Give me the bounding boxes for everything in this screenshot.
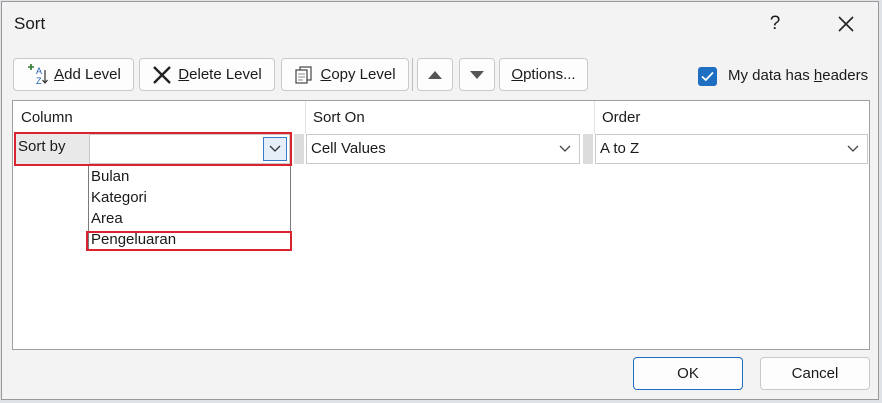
sort-on-header: Sort On [313,109,365,126]
headers-checkbox[interactable] [698,67,717,86]
svg-text:Z: Z [36,76,42,86]
chevron-down-icon[interactable] [841,137,865,161]
add-level-button[interactable]: A Z Add Level [13,58,134,91]
row-gap [294,134,304,164]
options-button[interactable]: Options... [499,58,588,91]
delete-x-icon [152,65,172,85]
close-icon [838,16,854,32]
ok-button[interactable]: OK [633,357,743,390]
dialog-title: Sort [14,14,46,33]
copy-level-button[interactable]: Copy Level [281,58,409,91]
sort-az-add-icon: A Z [26,63,49,86]
chevron-down-icon[interactable] [263,137,287,161]
title-bar: Sort ? [2,2,878,46]
order-header: Order [602,109,641,126]
dropdown-option-pengeluaran[interactable]: Pengeluaran [91,230,176,250]
move-down-button[interactable] [459,58,495,91]
row-gap [583,134,593,164]
ok-label: OK [677,365,699,382]
column-header: Column [21,109,73,126]
cancel-label: Cancel [791,365,839,382]
sort-by-label: Sort by [15,134,89,164]
column-select[interactable] [89,134,290,164]
column-dropdown-list: Bulan Kategori Area Pengeluaran [88,165,291,250]
toolbar-divider [412,58,413,91]
sort-levels-grid: Column Sort On Order Sort by Cell Values… [12,100,870,350]
delete-level-label: Delete Level [178,66,262,83]
delete-level-button[interactable]: Delete Level [139,58,275,91]
help-icon: ? [769,13,781,34]
checkmark-icon [701,71,714,82]
sort-on-select-value: Cell Values [311,140,386,157]
move-up-button[interactable] [417,58,453,91]
add-level-label: Add Level [54,66,121,83]
close-button[interactable] [824,8,868,40]
sort-on-select[interactable]: Cell Values [306,134,580,164]
sort-dialog: Sort ? A Z Add Level Delete Level Copy L… [1,1,879,400]
triangle-down-icon [470,70,484,79]
dropdown-option-kategori[interactable]: Kategori [91,188,147,208]
copy-level-label: Copy Level [320,66,396,83]
options-label: Options... [511,66,576,83]
help-button[interactable]: ? [757,8,793,40]
dropdown-option-area[interactable]: Area [91,209,123,229]
svg-text:A: A [36,66,42,76]
dropdown-option-bulan[interactable]: Bulan [91,167,129,187]
order-select-value: A to Z [600,140,640,157]
copy-icon [294,65,314,85]
headers-checkbox-label[interactable]: My data has headers [728,67,868,84]
triangle-up-icon [428,70,442,79]
cancel-button[interactable]: Cancel [760,357,870,390]
order-select[interactable]: A to Z [595,134,868,164]
chevron-down-icon[interactable] [553,137,577,161]
